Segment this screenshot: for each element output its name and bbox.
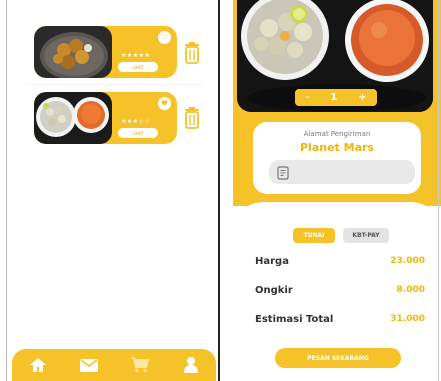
address-value: Planet Mars [300,141,374,154]
food-image [34,26,112,78]
document-icon [277,165,289,180]
cart-icon [130,357,149,373]
decrease-button[interactable]: - [305,92,309,103]
summary-label: Harga [255,256,289,267]
food-image [34,92,112,144]
favorite-card[interactable]: ♥ ★★★☆☆ LIHAT [34,92,177,144]
favorite-toggle[interactable]: ♥ [158,97,171,110]
summary-label: Estimasi Total [255,314,334,325]
frame-edge [6,0,7,381]
favorites-screen: ♡ ★★★★★ LIHAT ♥ ★★★☆☆ LIHAT [8,0,218,381]
address-input[interactable] [269,160,415,184]
divider [28,84,203,85]
payment-tab-cash[interactable]: TUNAI [293,228,335,243]
rating-stars: ★★★☆☆ [121,118,151,125]
rating-stars: ★★★★★ [121,52,151,59]
trash-icon[interactable] [184,42,200,64]
increase-button[interactable]: + [358,92,366,103]
view-button[interactable]: LIHAT [118,128,158,138]
favorite-card[interactable]: ♡ ★★★★★ LIHAT [34,26,177,78]
summary-value: 8.000 [396,285,425,295]
home-icon [29,358,46,372]
quantity-value: 1 [330,92,338,103]
address-label: Alamat Pengiriman [303,130,371,138]
mail-icon [79,358,98,372]
heart-icon: ♡ [160,32,169,42]
heart-icon: ♥ [160,98,169,108]
order-now-button[interactable]: PESAN SEKARANG [275,348,401,368]
favorite-toggle[interactable]: ♡ [158,31,171,44]
nav-messages[interactable] [77,353,101,377]
address-card: Alamat Pengiriman Planet Mars [253,122,421,194]
summary-value: 23.000 [390,256,425,266]
trash-icon[interactable] [184,107,200,129]
quantity-stepper: - 1 + [295,89,377,106]
bottom-navigation [12,349,216,381]
frame-edge [438,0,439,381]
summary-value: 31.000 [390,314,425,324]
nav-profile[interactable] [179,353,203,377]
order-screen: - 1 + Alamat Pengiriman Planet Mars TUNA… [233,0,441,381]
view-button[interactable]: LIHAT [118,62,158,72]
nav-cart[interactable] [128,353,152,377]
payment-tab-kbtpay[interactable]: KBT-PAY [343,228,389,243]
nav-home[interactable] [26,353,50,377]
summary-label: Ongkir [255,285,293,296]
user-icon [183,357,198,373]
screen-divider [218,0,220,381]
